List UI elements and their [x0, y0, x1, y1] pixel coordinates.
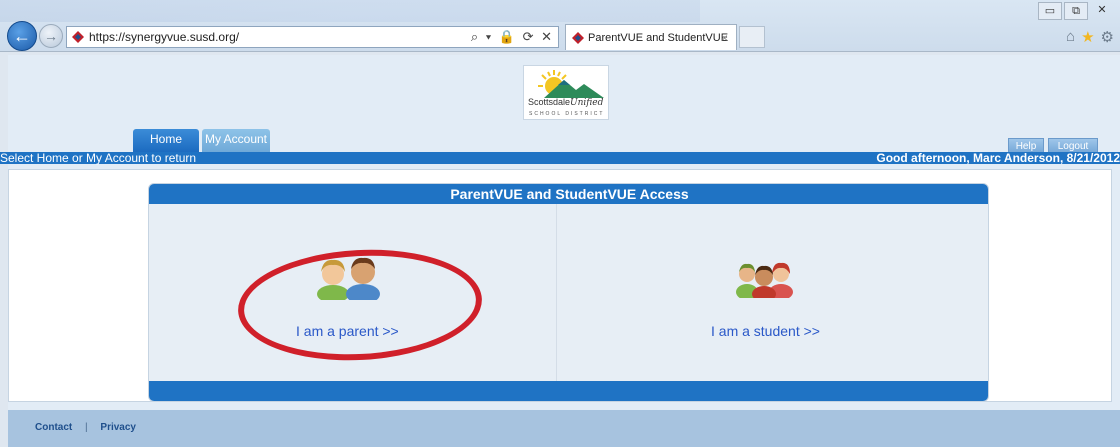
logo-subtitle: SCHOOL DISTRICT — [529, 111, 605, 117]
logo-text: ScottsdaleUnified — [528, 97, 604, 108]
forward-button[interactable]: → — [39, 24, 63, 48]
home-icon[interactable]: ⌂ — [1066, 28, 1075, 46]
tab-close-icon[interactable]: × — [721, 25, 728, 51]
greeting-text: Good afternoon, Marc Anderson, 8/21/2012 — [876, 151, 1120, 165]
address-bar[interactable]: https://synergyvue.susd.org/ ⌕ ▾ 🔒 ⟳ ✕ — [66, 26, 559, 48]
minimize-icon[interactable]: ▭ — [1038, 2, 1062, 20]
tab-home[interactable]: Home — [133, 129, 199, 152]
page-footer: Contact | Privacy — [8, 410, 1120, 447]
browser-tab[interactable]: ParentVUE and StudentVUE × — [565, 24, 737, 50]
sun-mountain-logo-icon — [538, 70, 604, 98]
card-title: ParentVUE and StudentVUE Access — [149, 184, 988, 204]
tab-my-account[interactable]: My Account — [202, 129, 270, 152]
settings-gear-icon[interactable]: ⚙ — [1101, 28, 1114, 46]
parents-icon — [317, 257, 380, 300]
window-controls: ▭ ⧉ ✕ — [1038, 2, 1114, 20]
footer-links: Contact | Privacy — [35, 422, 146, 433]
parent-choice[interactable]: I am a parent >> — [149, 204, 556, 381]
access-card: ParentVUE and StudentVUE Access I am a p… — [148, 183, 989, 402]
back-button[interactable]: ← — [7, 21, 37, 51]
restore-icon[interactable]: ⧉ — [1064, 2, 1088, 20]
tab-title: ParentVUE and StudentVUE — [588, 32, 729, 44]
card-footer — [149, 381, 988, 401]
privacy-link[interactable]: Privacy — [100, 422, 136, 433]
page-header: ScottsdaleUnified SCHOOL DISTRICT Home M… — [8, 55, 1120, 153]
address-url: https://synergyvue.susd.org/ — [89, 30, 240, 44]
close-window-icon[interactable]: ✕ — [1090, 2, 1114, 20]
web-page: ScottsdaleUnified SCHOOL DISTRICT Home M… — [0, 55, 1120, 447]
footer-separator: | — [85, 422, 88, 433]
favorites-icon[interactable]: ★ — [1081, 28, 1094, 46]
student-link[interactable]: I am a student >> — [711, 323, 820, 339]
browser-chrome: ← → https://synergyvue.susd.org/ ⌕ ▾ 🔒 ⟳… — [0, 0, 1120, 52]
parent-link[interactable]: I am a parent >> — [296, 323, 399, 339]
district-logo: ScottsdaleUnified SCHOOL DISTRICT — [523, 65, 609, 120]
address-actions[interactable]: ⌕ ▾ 🔒 ⟳ ✕ — [471, 27, 554, 47]
student-choice[interactable]: I am a student >> — [557, 204, 988, 381]
taskbar-blur — [0, 0, 700, 22]
site-favicon-icon — [72, 31, 84, 43]
tab-favicon-icon — [572, 32, 584, 44]
contact-link[interactable]: Contact — [35, 422, 72, 433]
status-instructions: Select Home or My Account to return — [0, 151, 197, 165]
new-tab-button[interactable] — [739, 26, 765, 48]
students-icon — [736, 262, 793, 298]
browser-toolbar-icons: ⌂ ★ ⚙ — [1066, 28, 1114, 46]
